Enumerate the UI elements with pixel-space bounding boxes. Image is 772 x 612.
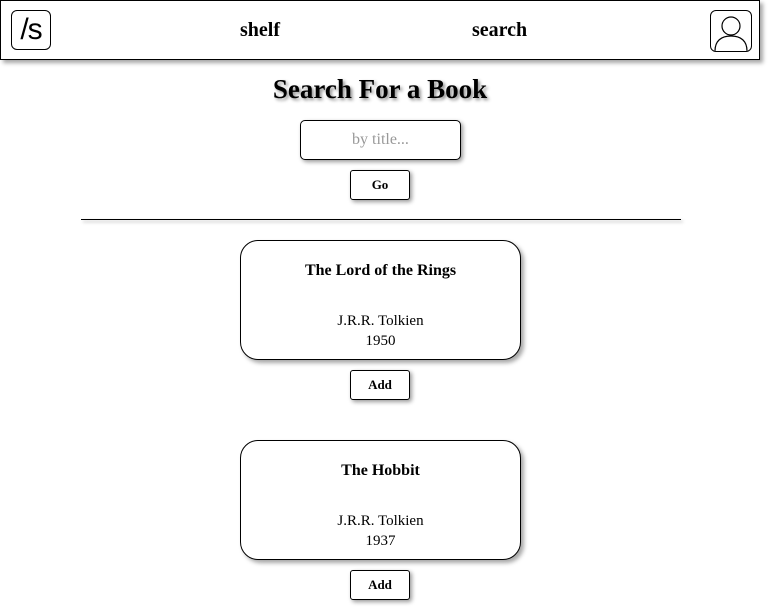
search-input[interactable] bbox=[300, 120, 461, 160]
profile-button[interactable] bbox=[710, 10, 752, 52]
add-button[interactable]: Add bbox=[350, 370, 410, 400]
add-button[interactable]: Add bbox=[350, 570, 410, 600]
logo[interactable]: /s bbox=[11, 10, 51, 50]
book-year: 1937 bbox=[365, 533, 396, 549]
book-card: The Hobbit J.R.R. Tolkien 1937 bbox=[240, 440, 521, 560]
nav-link-search[interactable]: search bbox=[472, 19, 527, 42]
book-year: 1950 bbox=[365, 333, 396, 349]
book-title: The Lord of the Rings bbox=[304, 262, 457, 279]
book-title: The Hobbit bbox=[341, 462, 420, 479]
divider bbox=[81, 219, 681, 220]
top-navbar: /s shelf search bbox=[0, 0, 760, 60]
user-icon bbox=[714, 16, 748, 51]
go-button[interactable]: Go bbox=[350, 170, 410, 200]
book-author: J.R.R. Tolkien bbox=[337, 313, 424, 329]
page-title: Search For a Book bbox=[272, 74, 488, 104]
book-author: J.R.R. Tolkien bbox=[337, 513, 424, 529]
nav-link-shelf[interactable]: shelf bbox=[240, 19, 280, 42]
book-card: The Lord of the Rings J.R.R. Tolkien 195… bbox=[240, 240, 521, 360]
